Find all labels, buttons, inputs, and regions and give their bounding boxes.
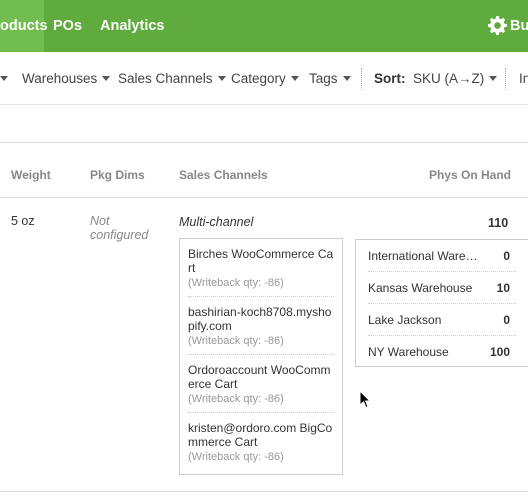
- channel-name: Ordoroaccount WooCommerce Cart: [188, 363, 331, 391]
- writeback-qty: (Writeback qty: -86): [188, 335, 284, 347]
- gear-icon[interactable]: [488, 16, 507, 35]
- pkg-dims-value: Not configured: [90, 214, 148, 242]
- channel-name: bashirian-koch8708.myshopify.com: [188, 305, 332, 333]
- chevron-down-icon: [102, 76, 111, 81]
- nav-item-products[interactable]: oducts: [0, 0, 48, 52]
- channel-name: kristen@ordoro.com BigCommerce Cart: [188, 421, 333, 449]
- warehouse-qty: 0: [503, 249, 510, 263]
- nav-item-business[interactable]: Bu: [510, 0, 528, 52]
- warehouse-qty: 100: [489, 345, 510, 359]
- filter-sales-channels[interactable]: Sales Channels: [118, 52, 226, 105]
- divider: [0, 142, 528, 143]
- filter-bar: Warehouses Sales Channels Category Tags …: [0, 52, 528, 105]
- chevron-down-icon: [0, 76, 8, 81]
- warehouse-qty: 0: [503, 313, 510, 327]
- writeback-qty: (Writeback qty: -86): [188, 277, 284, 289]
- warehouse-qty: 10: [496, 281, 510, 295]
- sort-value: SKU (A→Z): [413, 71, 485, 86]
- list-item: kristen@ordoro.com BigCommerce Cart (Wri…: [188, 419, 334, 470]
- sort-label: Sort:: [374, 71, 406, 86]
- nav-item-label: Analytics: [100, 18, 165, 34]
- chevron-down-icon: [290, 76, 299, 81]
- list-item: International Warehouse 0: [368, 240, 516, 272]
- writeback-qty: (Writeback qty: -86): [188, 451, 284, 463]
- pkg-dims-line: configured: [90, 228, 149, 242]
- divider: [0, 491, 528, 492]
- filter-label: Tags: [309, 71, 338, 86]
- nav-item-pos[interactable]: POs: [53, 0, 82, 52]
- filter-label: Sales Channels: [118, 71, 213, 86]
- filter-prev-dropdown[interactable]: [0, 52, 8, 105]
- divider: [361, 68, 362, 90]
- chevron-down-icon: [489, 76, 498, 81]
- column-header-phys-on-hand[interactable]: Phys On Hand: [429, 168, 511, 182]
- nav-item-label: POs: [53, 18, 83, 34]
- divider: [505, 68, 506, 90]
- warehouse-name: International Warehouse: [368, 249, 480, 263]
- list-item: Lake Jackson 0: [368, 304, 516, 336]
- filter-overflow[interactable]: In: [519, 52, 528, 105]
- weight-value: 5 oz: [11, 214, 35, 228]
- filter-warehouses[interactable]: Warehouses: [22, 52, 111, 105]
- filter-label: In: [519, 71, 528, 86]
- filter-label: Warehouses: [22, 71, 98, 86]
- sales-channels-value[interactable]: Multi-channel: [179, 215, 253, 229]
- column-header-pkg-dims[interactable]: Pkg Dims: [90, 168, 145, 182]
- channel-name: Birches WooCommerce Cart: [188, 247, 334, 275]
- warehouse-name: Kansas Warehouse: [368, 281, 473, 295]
- pkg-dims-line: Not: [90, 214, 110, 228]
- filter-tags[interactable]: Tags: [309, 52, 351, 105]
- list-item: Birches WooCommerce Cart (Writeback qty:…: [188, 245, 334, 297]
- nav-item-label: Bu: [510, 18, 528, 34]
- mouse-cursor-icon: [359, 390, 371, 409]
- list-item: Kansas Warehouse 10: [368, 272, 516, 304]
- chevron-down-icon: [217, 76, 226, 81]
- sales-channels-popover: Birches WooCommerce Cart (Writeback qty:…: [179, 238, 343, 475]
- nav-item-label: oducts: [0, 18, 48, 34]
- phys-on-hand-value[interactable]: 110: [488, 216, 508, 230]
- nav-item-analytics[interactable]: Analytics: [100, 0, 164, 52]
- column-header-sales-channels[interactable]: Sales Channels: [179, 168, 268, 182]
- list-item: NY Warehouse 100: [368, 336, 516, 368]
- warehouse-name: Lake Jackson: [368, 313, 442, 327]
- warehouse-breakdown-popover: International Warehouse 0 Kansas Warehou…: [355, 239, 528, 367]
- column-header-weight[interactable]: Weight: [11, 168, 51, 182]
- sort-dropdown[interactable]: Sort: SKU (A→Z): [374, 52, 498, 105]
- warehouse-name: NY Warehouse: [368, 345, 449, 359]
- list-item: Ordoroaccount WooCommerce Cart (Writebac…: [188, 361, 334, 413]
- divider: [0, 197, 528, 198]
- top-nav: oducts POs Analytics Bu: [0, 0, 528, 52]
- filter-category[interactable]: Category: [231, 52, 299, 105]
- writeback-qty: (Writeback qty: -86): [188, 393, 284, 405]
- list-item: bashirian-koch8708.myshopify.com (Writeb…: [188, 303, 334, 355]
- chevron-down-icon: [342, 76, 351, 81]
- filter-label: Category: [231, 71, 286, 86]
